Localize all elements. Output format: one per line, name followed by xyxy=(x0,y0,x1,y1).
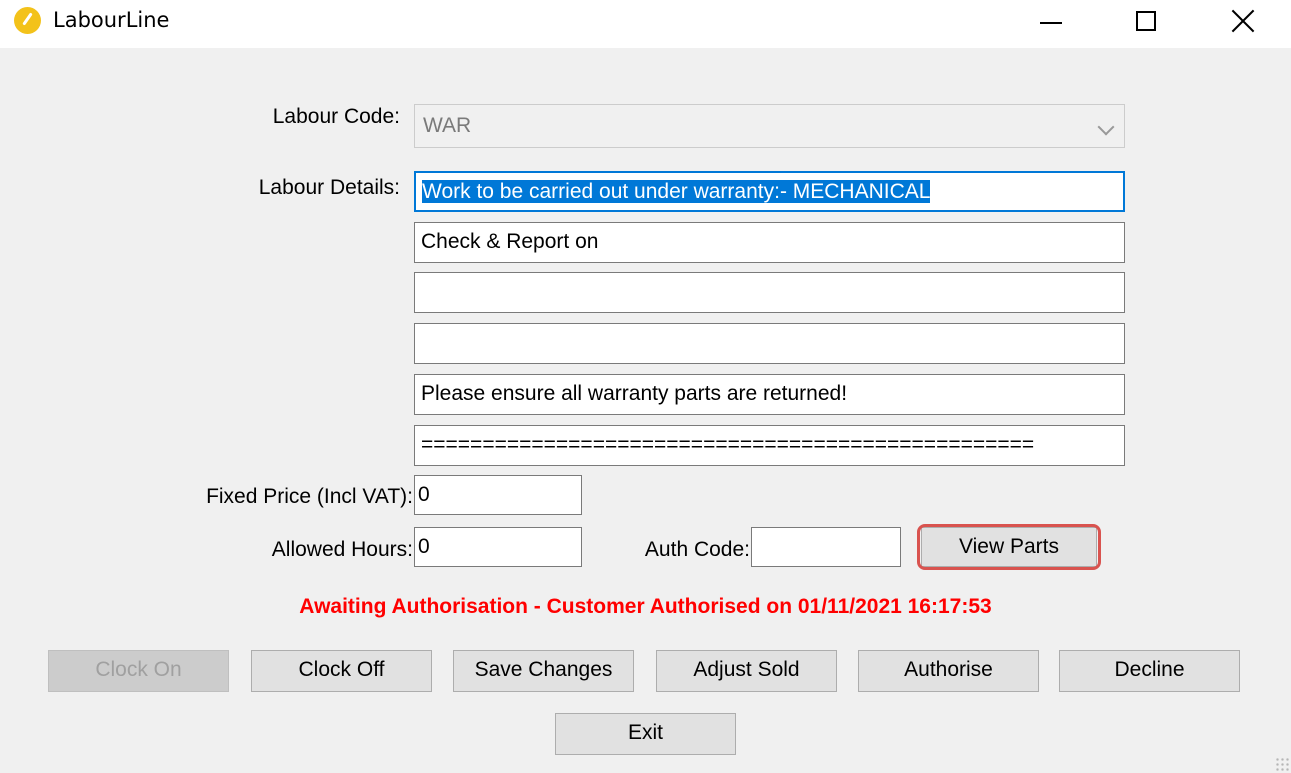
selected-text: Work to be carried out under warranty:- … xyxy=(422,180,931,203)
labour-code-value: WAR xyxy=(423,114,472,137)
labour-details-line-5[interactable]: Please ensure all warranty parts are ret… xyxy=(414,374,1125,415)
highlight-ring xyxy=(917,524,1101,570)
auth-code-input[interactable] xyxy=(751,527,901,567)
resize-grip[interactable] xyxy=(1275,757,1289,771)
window-title: LabourLine xyxy=(53,8,170,32)
clock-on-button[interactable]: Clock On xyxy=(48,650,229,692)
clock-off-button[interactable]: Clock Off xyxy=(251,650,432,692)
authorise-button[interactable]: Authorise xyxy=(858,650,1039,692)
labour-details-label: Labour Details: xyxy=(258,176,400,199)
allowed-hours-label: Allowed Hours: xyxy=(271,538,413,561)
decline-button[interactable]: Decline xyxy=(1059,650,1240,692)
exit-button[interactable]: Exit xyxy=(555,713,736,755)
allowed-hours-input[interactable]: 0 xyxy=(414,527,582,567)
title-bar[interactable]: LabourLine xyxy=(0,0,1291,48)
labour-code-label: Labour Code: xyxy=(272,105,400,128)
maximize-icon xyxy=(1136,11,1156,31)
adjust-sold-button[interactable]: Adjust Sold xyxy=(656,650,837,692)
labour-details-line-3[interactable] xyxy=(414,272,1125,313)
minimize-button[interactable] xyxy=(1018,0,1084,42)
labour-details-line-4[interactable] xyxy=(414,323,1125,364)
close-button[interactable] xyxy=(1210,0,1276,42)
minimize-icon xyxy=(1040,22,1062,24)
fixed-price-label: Fixed Price (Incl VAT): xyxy=(206,485,413,508)
labour-details-line-6[interactable]: ========================================… xyxy=(414,425,1125,466)
labour-details-line-1[interactable]: Work to be carried out under warranty:- … xyxy=(414,171,1125,212)
maximize-button[interactable] xyxy=(1113,0,1179,42)
auth-code-label: Auth Code: xyxy=(644,538,750,561)
labour-code-select[interactable]: WAR xyxy=(414,104,1125,148)
save-changes-button[interactable]: Save Changes xyxy=(453,650,634,692)
labour-details-line-2[interactable]: Check & Report on xyxy=(414,222,1125,263)
authorisation-status: Awaiting Authorisation - Customer Author… xyxy=(299,595,992,618)
fixed-price-input[interactable]: 0 xyxy=(414,475,582,515)
close-icon xyxy=(1231,9,1255,33)
chevron-down-icon xyxy=(1097,118,1115,136)
app-icon xyxy=(14,7,41,34)
